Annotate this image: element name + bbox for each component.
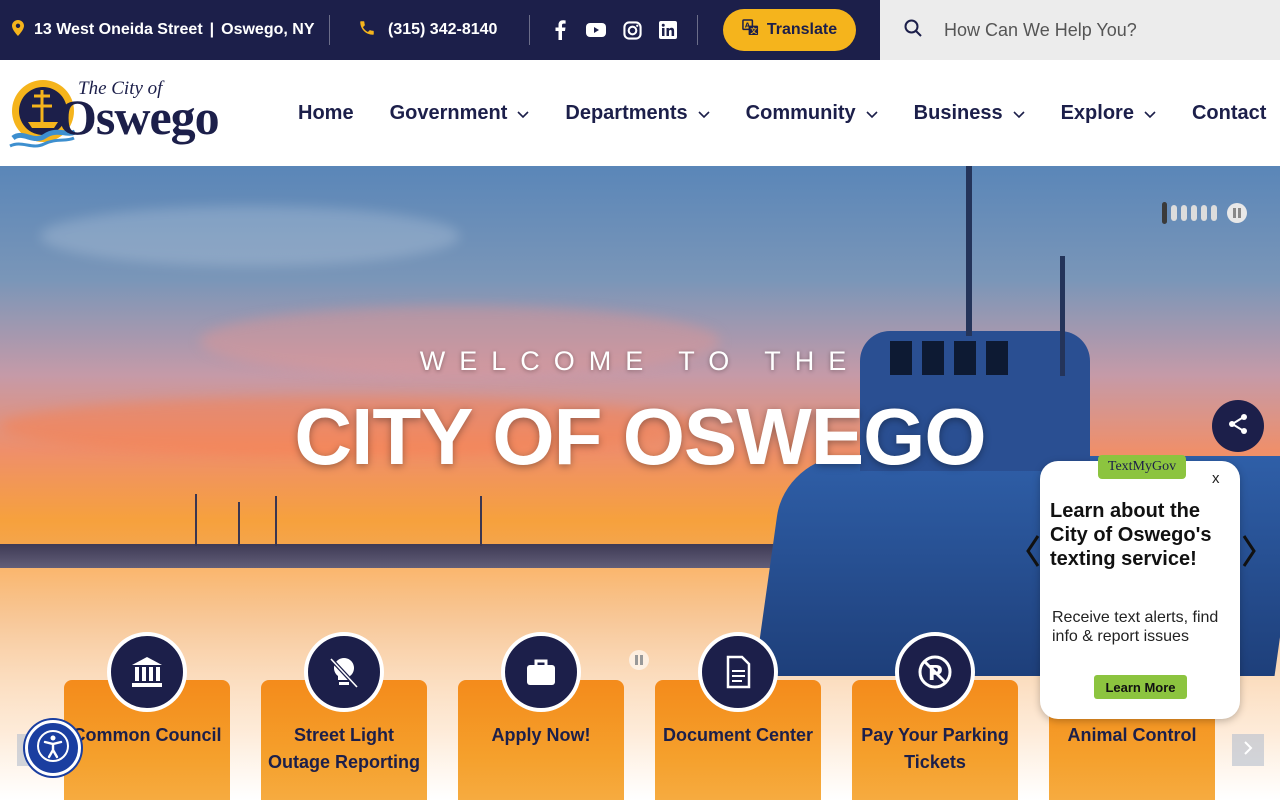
chevron-down-icon bbox=[1144, 102, 1156, 125]
map-pin-icon bbox=[12, 19, 24, 41]
slide-indicators bbox=[1162, 202, 1247, 224]
pause-icon[interactable] bbox=[629, 650, 649, 670]
facebook-icon[interactable] bbox=[550, 20, 570, 40]
scenery-mast bbox=[195, 494, 197, 546]
nav-label: Explore bbox=[1060, 101, 1134, 124]
nav-government[interactable]: Government bbox=[390, 102, 530, 125]
address-city: Oswego, NY bbox=[221, 21, 315, 38]
slide-dot[interactable] bbox=[1162, 202, 1167, 224]
nav-home[interactable]: Home bbox=[298, 102, 354, 125]
instagram-icon[interactable] bbox=[622, 20, 642, 40]
textmygov-body: Receive text alerts, find info & report … bbox=[1052, 609, 1219, 645]
scenery-mast bbox=[480, 496, 482, 546]
scenery-cloud bbox=[40, 206, 460, 266]
no-parking-icon[interactable]: P bbox=[895, 632, 975, 712]
nav-business[interactable]: Business bbox=[914, 102, 1025, 125]
main-nav: Home Government Departments Community Bu… bbox=[298, 60, 1266, 166]
quick-link-label: Street Light Outage Reporting bbox=[268, 725, 420, 772]
pause-icon[interactable] bbox=[1227, 203, 1247, 223]
quick-link-label: Animal Control bbox=[1067, 725, 1197, 745]
carousel-next-button[interactable] bbox=[1232, 734, 1264, 766]
phone-link[interactable]: (315) 342-8140 bbox=[358, 0, 497, 60]
quick-link-label: Common Council bbox=[72, 725, 222, 745]
share-icon bbox=[1226, 412, 1250, 441]
address-separator: | bbox=[209, 21, 215, 38]
scenery-mast bbox=[238, 502, 240, 546]
slide-dot[interactable] bbox=[1201, 205, 1207, 221]
translate-icon: A文 bbox=[742, 19, 759, 41]
phone-number: (315) 342-8140 bbox=[388, 21, 498, 38]
chevron-down-icon bbox=[517, 102, 529, 125]
quick-link-label: Apply Now! bbox=[491, 725, 591, 745]
phone-icon bbox=[358, 19, 376, 42]
divider bbox=[529, 15, 530, 45]
chevron-down-icon bbox=[866, 102, 878, 125]
search-input[interactable] bbox=[944, 19, 1244, 41]
nav-contact[interactable]: Contact bbox=[1192, 102, 1266, 125]
svg-text:文: 文 bbox=[750, 26, 757, 35]
nav-community[interactable]: Community bbox=[746, 102, 878, 125]
accessibility-icon bbox=[36, 729, 70, 768]
nav-label: Contact bbox=[1191, 101, 1267, 124]
logo-big-text: Oswego bbox=[58, 89, 220, 145]
chevron-down-icon bbox=[698, 102, 710, 125]
slide-dot[interactable] bbox=[1191, 205, 1197, 221]
site-search bbox=[880, 0, 1280, 60]
textmygov-badge: TextMyGov bbox=[1098, 455, 1186, 479]
search-icon[interactable] bbox=[904, 19, 922, 42]
close-icon[interactable]: x bbox=[1212, 470, 1220, 487]
slide-dot[interactable] bbox=[1181, 205, 1187, 221]
briefcase-icon[interactable] bbox=[501, 632, 581, 712]
top-utility-bar: 13 West Oneida Street | Oswego, NY (315)… bbox=[0, 0, 1280, 60]
learn-more-button[interactable]: Learn More bbox=[1094, 675, 1187, 699]
hero-eyebrow: WELCOME TO THE bbox=[419, 346, 861, 376]
accessibility-button[interactable] bbox=[25, 720, 81, 776]
scenery-shoreline bbox=[0, 544, 780, 568]
translate-button[interactable]: A文 Translate bbox=[723, 9, 856, 51]
main-header: The City of Oswego Home Government Depar… bbox=[0, 60, 1280, 166]
nav-explore[interactable]: Explore bbox=[1061, 102, 1156, 125]
scenery-boat-mast bbox=[966, 166, 972, 336]
quick-link-label: Pay Your Parking Tickets bbox=[861, 725, 1009, 772]
chevron-left-icon[interactable] bbox=[1026, 534, 1040, 573]
quick-link-label: Document Center bbox=[662, 725, 814, 745]
social-links bbox=[550, 0, 678, 60]
youtube-icon[interactable] bbox=[586, 20, 606, 40]
scenery-mast bbox=[275, 496, 277, 546]
nav-label: Government bbox=[389, 101, 508, 124]
nav-label: Business bbox=[913, 101, 1003, 124]
textmygov-title: Learn about the City of Oswego's texting… bbox=[1050, 500, 1212, 570]
chevron-right-icon bbox=[1243, 740, 1253, 760]
address-street: 13 West Oneida Street bbox=[34, 21, 203, 38]
nav-label: Community bbox=[745, 101, 856, 124]
textmygov-widget: TextMyGov x Learn about the City of Oswe… bbox=[1026, 455, 1256, 719]
lightbulb-off-icon[interactable] bbox=[304, 632, 384, 712]
city-logo[interactable]: The City of Oswego bbox=[8, 78, 220, 150]
document-icon[interactable] bbox=[698, 632, 778, 712]
slide-dot[interactable] bbox=[1171, 205, 1177, 221]
divider bbox=[697, 15, 698, 45]
chevron-right-icon[interactable] bbox=[1242, 534, 1256, 573]
address: 13 West Oneida Street | Oswego, NY bbox=[12, 0, 315, 60]
translate-label: Translate bbox=[766, 21, 838, 38]
divider bbox=[329, 15, 330, 45]
nav-label: Home bbox=[298, 101, 354, 124]
linkedin-icon[interactable] bbox=[658, 20, 678, 40]
share-button[interactable] bbox=[1212, 400, 1264, 452]
nav-label: Departments bbox=[565, 101, 688, 124]
government-building-icon[interactable] bbox=[107, 632, 187, 712]
nav-departments[interactable]: Departments bbox=[565, 101, 710, 125]
slide-dot[interactable] bbox=[1211, 205, 1217, 221]
chevron-down-icon bbox=[1013, 102, 1025, 125]
